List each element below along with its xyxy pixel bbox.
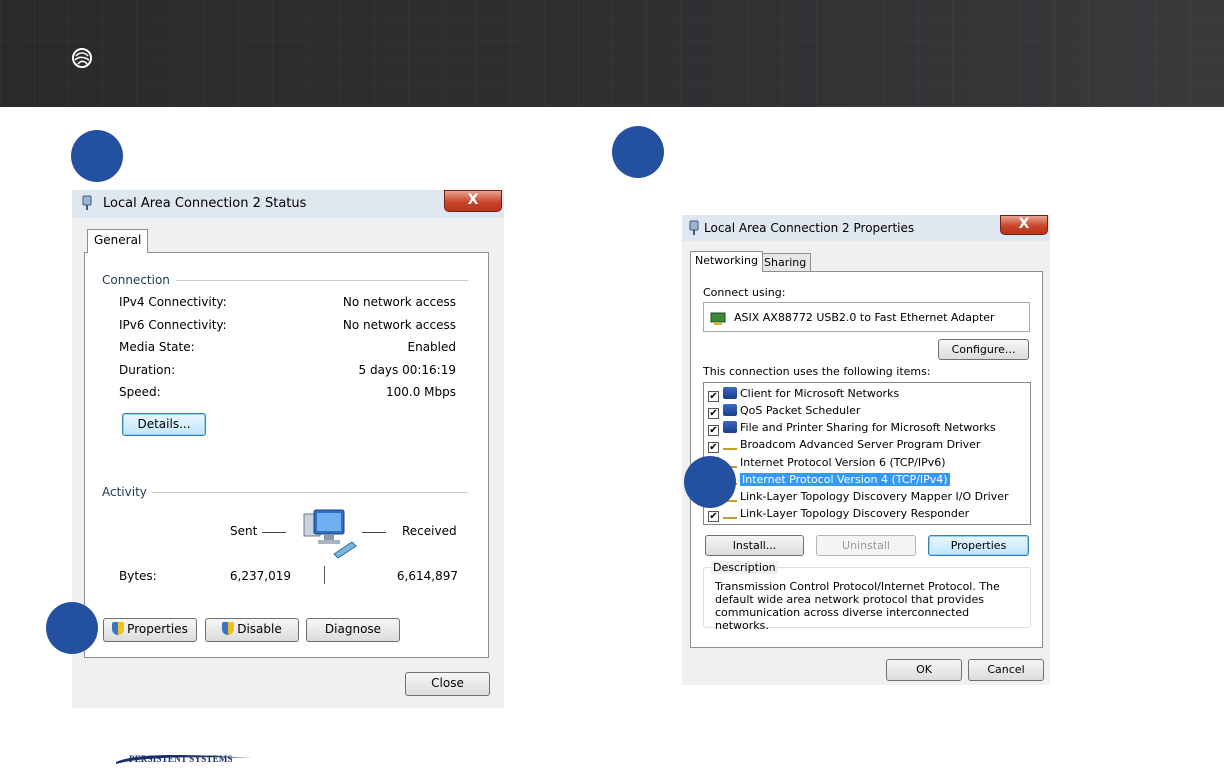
window-title: Local Area Connection 2 Properties bbox=[704, 221, 915, 235]
checkbox[interactable]: ✔ bbox=[708, 442, 719, 453]
speed-label: Speed: bbox=[119, 385, 161, 399]
tab-networking[interactable]: Networking bbox=[690, 251, 763, 272]
sent-dash bbox=[262, 532, 286, 533]
media-state-label: Media State: bbox=[119, 340, 195, 354]
list-item-label: Internet Protocol Version 4 (TCP/IPv4) bbox=[740, 473, 950, 486]
description-text: Transmission Control Protocol/Internet P… bbox=[715, 580, 1000, 632]
duration-label: Duration: bbox=[119, 363, 176, 377]
list-item-label: Broadcom Advanced Server Program Driver bbox=[740, 438, 981, 451]
list-item[interactable]: ✔ Link-Layer Topology Discovery Responder bbox=[708, 505, 969, 522]
close-icon[interactable]: X bbox=[1000, 215, 1048, 235]
tab-sharing[interactable]: Sharing bbox=[759, 253, 812, 272]
disable-button[interactable]: Disable bbox=[205, 618, 299, 642]
bytes-divider bbox=[324, 566, 325, 584]
adapter-field: ASIX AX88772 USB2.0 to Fast Ethernet Ada… bbox=[703, 302, 1030, 332]
connection-group-label: Connection bbox=[102, 273, 170, 287]
persistent-systems-globe-icon bbox=[72, 48, 92, 68]
cancel-button[interactable]: Cancel bbox=[968, 659, 1044, 681]
bytes-sent-value: 6,237,019 bbox=[229, 569, 291, 583]
network-client-icon bbox=[723, 387, 737, 399]
list-item-label: QoS Packet Scheduler bbox=[740, 404, 861, 417]
items-label: This connection uses the following items… bbox=[703, 365, 931, 378]
properties-button[interactable]: Properties bbox=[103, 618, 197, 642]
list-item[interactable]: ✔ File and Printer Sharing for Microsoft … bbox=[708, 419, 996, 436]
network-adapter-card-icon bbox=[710, 312, 726, 325]
media-state-value: Enabled bbox=[407, 340, 457, 354]
protocol-icon bbox=[723, 512, 737, 519]
uac-shield-icon bbox=[222, 622, 235, 635]
adapter-name: ASIX AX88772 USB2.0 to Fast Ethernet Ada… bbox=[734, 311, 995, 324]
ipv6-label: IPv6 Connectivity: bbox=[119, 318, 227, 332]
properties-button-label: Properties bbox=[127, 622, 188, 636]
checkbox[interactable]: ✔ bbox=[708, 511, 719, 522]
properties-window: Local Area Connection 2 Properties X Net… bbox=[682, 215, 1050, 685]
configure-button[interactable]: Configure... bbox=[938, 339, 1029, 360]
connection-items-list[interactable]: ✔ Client for Microsoft Networks ✔ QoS Pack… bbox=[703, 382, 1031, 525]
install-button[interactable]: Install... bbox=[705, 535, 804, 556]
list-item-label: File and Printer Sharing for Microsoft N… bbox=[740, 421, 996, 434]
uninstall-button[interactable]: Uninstall bbox=[816, 535, 916, 556]
slide: Local Area Connection 2 Status X General… bbox=[0, 0, 1224, 769]
network-service-icon bbox=[723, 421, 737, 433]
network-service-icon bbox=[723, 404, 737, 416]
list-item[interactable]: Link-Layer Topology Discovery Mapper I/O… bbox=[708, 488, 1009, 505]
list-item-label: Link-Layer Topology Discovery Mapper I/O… bbox=[740, 490, 1009, 503]
list-item-label: Client for Microsoft Networks bbox=[740, 387, 900, 400]
tab-general[interactable]: General bbox=[87, 229, 149, 253]
network-adapter-icon bbox=[82, 195, 92, 210]
uac-shield-icon bbox=[112, 622, 125, 635]
header-banner bbox=[0, 0, 1224, 107]
general-panel bbox=[84, 252, 489, 658]
properties-button[interactable]: Properties bbox=[928, 535, 1029, 556]
checkbox[interactable]: ✔ bbox=[708, 408, 719, 419]
protocol-icon bbox=[723, 443, 737, 450]
footer-logo-text: PERSISTENT SYSTEMS bbox=[129, 754, 233, 764]
step-badge bbox=[612, 126, 664, 178]
disable-button-label: Disable bbox=[237, 622, 282, 636]
step-badge bbox=[684, 456, 736, 508]
sent-label: Sent bbox=[230, 524, 258, 538]
bytes-received-value: 6,614,897 bbox=[396, 569, 458, 583]
list-item[interactable]: ✔ Client for Microsoft Networks bbox=[708, 385, 899, 402]
list-item[interactable]: ✔ QoS Packet Scheduler bbox=[708, 402, 860, 419]
checkbox[interactable]: ✔ bbox=[708, 391, 719, 402]
list-item-label: Internet Protocol Version 6 (TCP/IPv6) bbox=[740, 456, 946, 469]
description-label: Description bbox=[711, 561, 778, 574]
activity-group-label: Activity bbox=[102, 485, 147, 499]
close-button[interactable]: Close bbox=[405, 672, 490, 696]
connect-using-label: Connect using: bbox=[703, 286, 786, 299]
diagnose-button[interactable]: Diagnose bbox=[306, 618, 400, 642]
window-title: Local Area Connection 2 Status bbox=[103, 196, 307, 211]
checkbox[interactable]: ✔ bbox=[708, 425, 719, 436]
received-dash bbox=[362, 532, 386, 533]
network-adapter-icon bbox=[689, 220, 699, 235]
bytes-label: Bytes: bbox=[119, 569, 157, 583]
list-item-label: Link-Layer Topology Discovery Responder bbox=[740, 507, 970, 520]
list-item-selected[interactable]: Internet Protocol Version 4 (TCP/IPv4) bbox=[708, 471, 950, 488]
divider bbox=[152, 492, 468, 493]
received-label: Received bbox=[402, 524, 457, 538]
ipv6-value: No network access bbox=[342, 318, 456, 332]
status-window: Local Area Connection 2 Status X General… bbox=[72, 190, 504, 708]
speed-value: 100.0 Mbps bbox=[385, 385, 456, 399]
details-button[interactable]: Details... bbox=[122, 413, 206, 436]
close-icon[interactable]: X bbox=[444, 190, 502, 212]
computer-network-icon bbox=[303, 509, 357, 559]
duration-value: 5 days 00:16:19 bbox=[358, 363, 456, 377]
ipv4-label: IPv4 Connectivity: bbox=[119, 295, 227, 309]
step-badge bbox=[46, 602, 98, 654]
list-item[interactable]: ✔ Broadcom Advanced Server Program Driver bbox=[708, 436, 980, 453]
step-badge bbox=[71, 130, 123, 182]
list-item[interactable]: Internet Protocol Version 6 (TCP/IPv6) bbox=[708, 454, 946, 471]
ok-button[interactable]: OK bbox=[886, 659, 962, 681]
ipv4-value: No network access bbox=[342, 295, 456, 309]
divider bbox=[176, 280, 468, 281]
